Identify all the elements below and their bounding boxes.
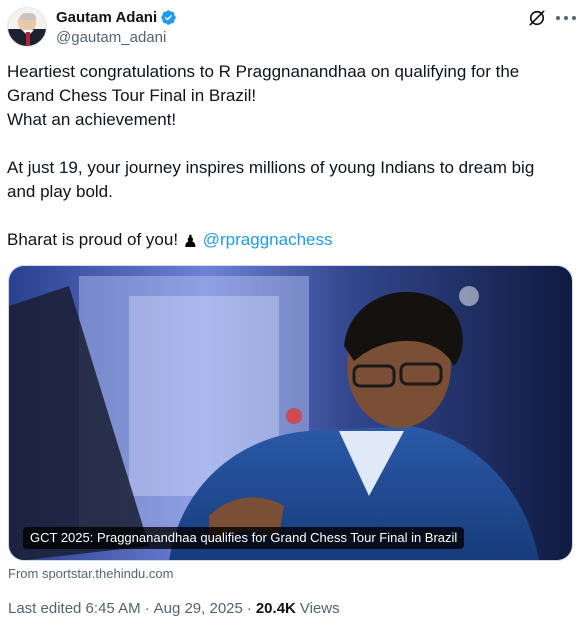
tweet-date[interactable]: Aug 29, 2025: [154, 600, 243, 617]
tweet: Gautam Adani @gautam_adani Heartiest con…: [0, 0, 580, 624]
more-dot: [564, 16, 568, 20]
tweet-closing-line: Bharat is proud of you! ♟ @rpraggnachess: [7, 228, 567, 254]
tweet-line: What an achievement!: [7, 110, 177, 129]
card-photo: [9, 266, 572, 560]
more-dot: [556, 16, 560, 20]
grok-icon[interactable]: [527, 8, 547, 28]
views-label: Views: [299, 600, 340, 617]
edited-time[interactable]: Last edited 6:45 AM: [8, 600, 141, 617]
tweet-line: and play bold.: [7, 182, 113, 201]
tweet-line: Grand Chess Tour Final in Brazil!: [7, 86, 257, 105]
more-dot: [572, 16, 576, 20]
author-display-name[interactable]: Gautam Adani: [56, 9, 157, 26]
verified-badge-icon[interactable]: [160, 9, 177, 26]
author-name-row: Gautam Adani: [56, 8, 177, 26]
card-source-link[interactable]: From sportstar.thehindu.com: [8, 566, 173, 581]
mention-link[interactable]: @rpraggnachess: [203, 230, 333, 249]
meta-separator: ·: [144, 600, 150, 617]
author-handle[interactable]: @gautam_adani: [56, 29, 166, 46]
tweet-text: Heartiest congratulations to R Praggnana…: [7, 60, 567, 254]
avatar-tie: [26, 32, 30, 46]
card-caption: GCT 2025: Praggnanandhaa qualifies for G…: [23, 527, 465, 549]
chess-pawn-icon: ♟: [182, 232, 199, 251]
views-count: 20.4K: [255, 600, 296, 617]
tweet-meta: Last edited 6:45 AM · Aug 29, 2025 · 20.…: [8, 600, 340, 617]
tweet-line: Heartiest congratulations to R Praggnana…: [7, 62, 520, 81]
more-options-icon[interactable]: [556, 8, 576, 28]
closing-text: Bharat is proud of you!: [7, 230, 183, 249]
avatar[interactable]: [7, 7, 47, 47]
tweet-line: At just 19, your journey inspires millio…: [7, 158, 535, 177]
avatar-hair: [20, 13, 36, 20]
meta-separator: ·: [246, 600, 252, 617]
link-card[interactable]: GCT 2025: Praggnanandhaa qualifies for G…: [8, 265, 573, 561]
